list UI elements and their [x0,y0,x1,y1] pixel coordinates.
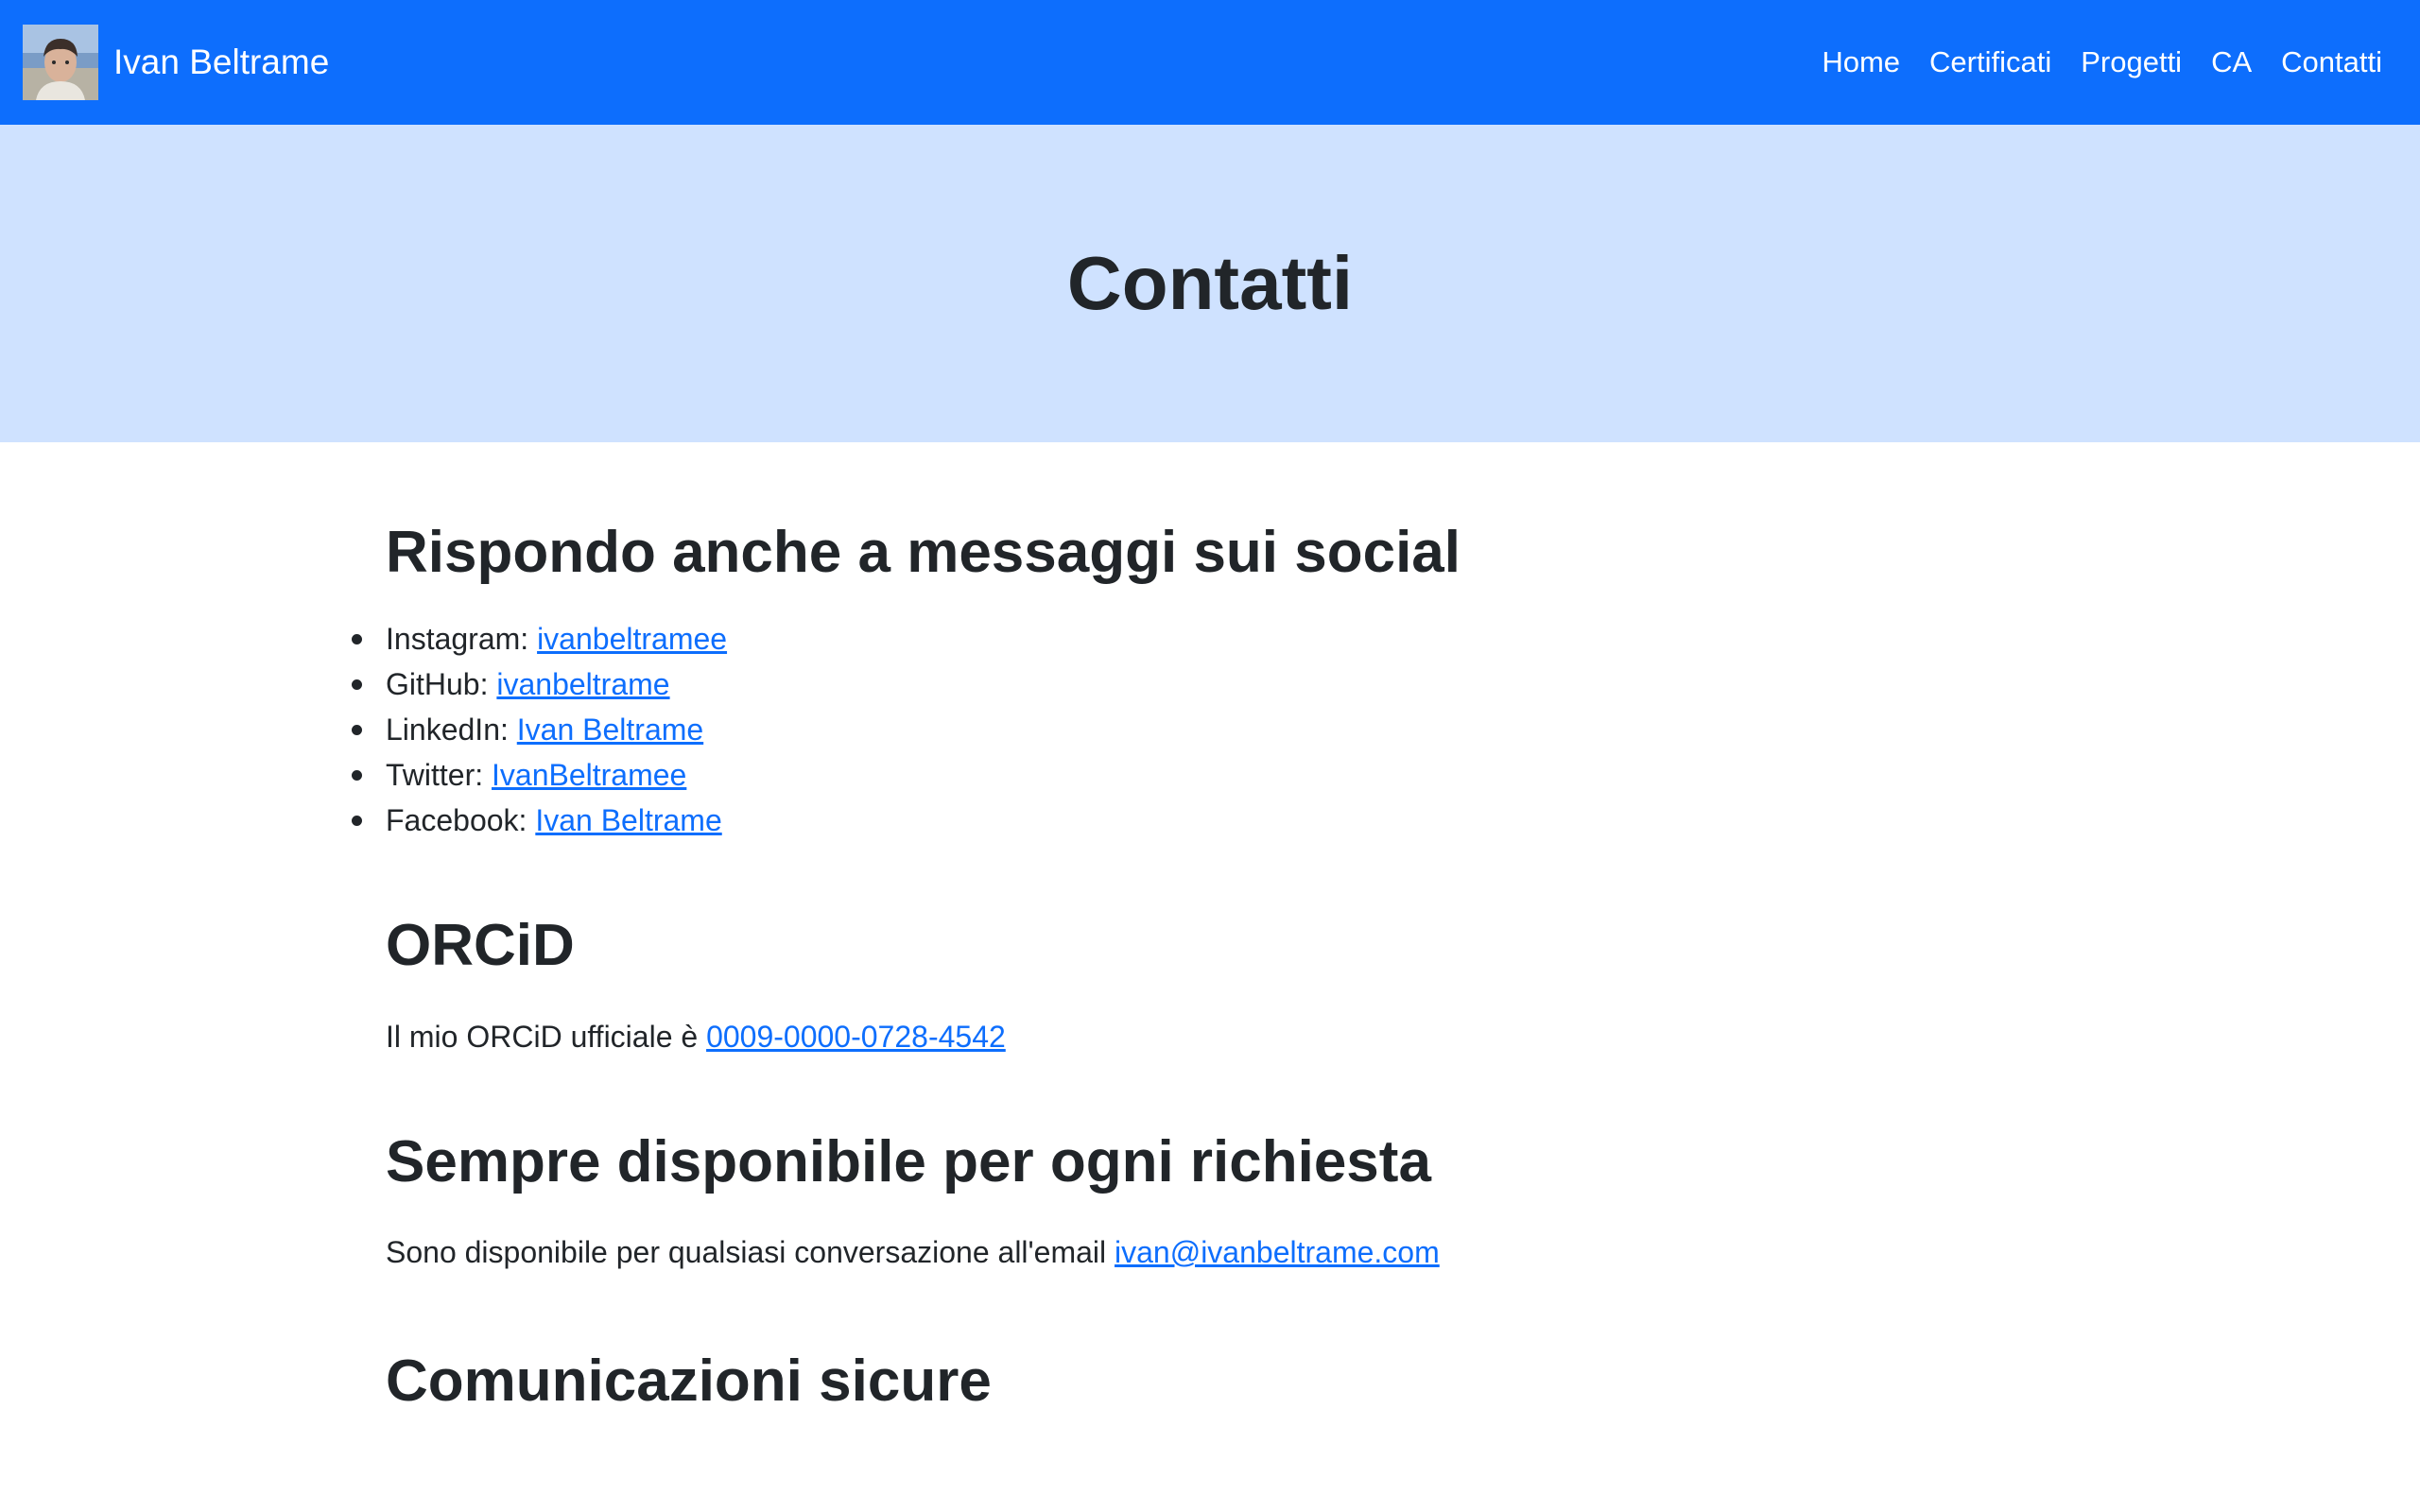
social-heading: Rispondo anche a messaggi sui social [386,520,1461,585]
facebook-link[interactable]: Ivan Beltrame [535,803,721,837]
nav-link-home[interactable]: Home [1822,45,1900,79]
social-label-twitter: Twitter: [386,758,493,793]
list-item-twitter: Twitter: IvanBeltramee [352,752,1993,798]
social-label-linkedin: LinkedIn: [386,713,517,747]
social-list: Instagram: ivanbeltramee GitHub: ivanbel… [352,616,1993,843]
page-title: Contatti [1066,241,1354,325]
social-label-github: GitHub: [386,667,497,702]
avatar-photo-icon [23,25,98,100]
instagram-link[interactable]: ivanbeltramee [537,622,727,656]
list-item-linkedin: LinkedIn: Ivan Beltrame [352,707,1993,752]
orcid-paragraph: Il mio ORCiD ufficiale è 0009-0000-0728-… [386,1014,1993,1059]
twitter-link[interactable]: IvanBeltramee [492,758,686,792]
available-heading: Sempre disponibile per ogni richiesta [386,1128,1431,1194]
list-item-github: GitHub: ivanbeltrame [352,662,1993,707]
navbar: Ivan Beltrame Home Certificati Progetti … [0,0,2420,125]
nav-links: Home Certificati Progetti CA Contatti [1792,0,2382,125]
list-item-facebook: Facebook: Ivan Beltrame [352,798,1993,843]
secure-heading: Comunicazioni sicure [386,1349,992,1415]
available-text: Sono disponibile per qualsiasi conversaz… [386,1235,1115,1270]
nav-link-certificati[interactable]: Certificati [1929,45,2051,79]
nav-link-ca[interactable]: CA [2211,45,2252,79]
brand-link[interactable]: Ivan Beltrame [23,25,329,100]
main-content: Rispondo anche a messaggi sui social Ins… [352,442,1993,1418]
social-label-instagram: Instagram: [386,622,538,657]
nav-link-contatti[interactable]: Contatti [2281,45,2382,79]
orcid-heading: ORCiD [386,913,575,979]
github-link[interactable]: ivanbeltrame [496,667,669,701]
list-item-instagram: Instagram: ivanbeltramee [352,616,1993,662]
orcid-link[interactable]: 0009-0000-0728-4542 [706,1020,1006,1054]
available-paragraph: Sono disponibile per qualsiasi conversaz… [386,1229,1993,1275]
brand-name: Ivan Beltrame [113,43,330,81]
linkedin-link[interactable]: Ivan Beltrame [517,713,703,747]
social-label-facebook: Facebook: [386,803,536,838]
nav-link-progetti[interactable]: Progetti [2081,45,2182,79]
email-link[interactable]: ivan@ivanbeltrame.com [1115,1235,1440,1269]
orcid-text: Il mio ORCiD ufficiale è [386,1019,707,1054]
hero-banner: Contatti [0,125,2420,442]
